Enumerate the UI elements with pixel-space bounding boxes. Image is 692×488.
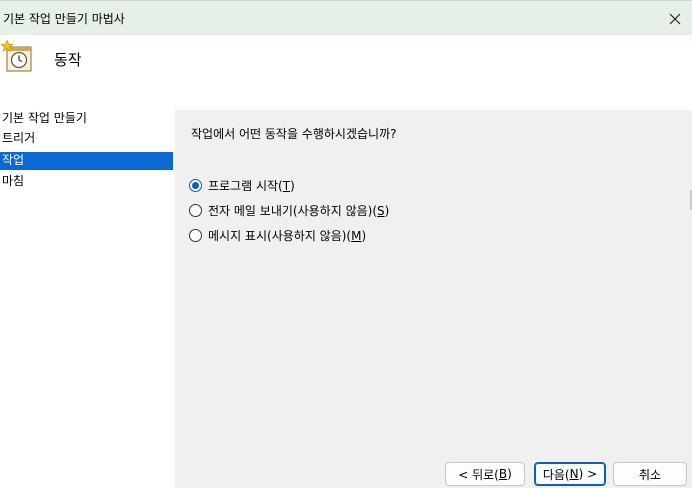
sidebar-item-trigger[interactable]: 트리거 xyxy=(0,130,173,148)
option-send-email[interactable]: 전자 메일 보내기(사용하지 않음)(S) xyxy=(189,201,389,219)
cancel-button[interactable]: 취소 xyxy=(613,462,687,486)
page-title: 동작 xyxy=(54,51,82,69)
send-email-radio[interactable] xyxy=(189,203,202,217)
wizard-header: 동작 xyxy=(0,35,692,110)
wizard-window: 기본 작업 만들기 마법사 동작 기본 작업 만들기 트리거 작업 마침 작업에… xyxy=(0,0,692,488)
option-display-message[interactable]: 메시지 표시(사용하지 않음)(M) xyxy=(189,226,366,244)
start-program-label[interactable]: 프로그램 시작(T) xyxy=(208,177,295,194)
clock-wizard-icon xyxy=(1,39,32,72)
wizard-content: 작업에서 어떤 동작을 수행하시겠습니까? 프로그램 시작(T) 전자 메일 보… xyxy=(175,110,692,488)
sidebar-item-finish[interactable]: 마침 xyxy=(0,173,173,191)
close-button[interactable] xyxy=(658,2,692,35)
close-icon xyxy=(669,13,681,24)
send-email-label[interactable]: 전자 메일 보내기(사용하지 않음)(S) xyxy=(208,202,389,219)
next-button[interactable]: 다음(N) > xyxy=(534,462,606,486)
title-bar: 기본 작업 만들기 마법사 xyxy=(0,0,692,35)
action-question: 작업에서 어떤 동작을 수행하시겠습니까? xyxy=(191,127,397,141)
back-button[interactable]: < 뒤로(B) xyxy=(445,462,525,486)
sidebar-item-action[interactable]: 작업 xyxy=(0,152,173,170)
display-message-label[interactable]: 메시지 표시(사용하지 않음)(M) xyxy=(208,227,366,244)
wizard-steps-sidebar: 기본 작업 만들기 트리거 작업 마침 xyxy=(0,110,175,488)
option-start-program[interactable]: 프로그램 시작(T) xyxy=(189,176,295,194)
sidebar-item-create-basic-task[interactable]: 기본 작업 만들기 xyxy=(0,110,173,128)
start-program-radio[interactable] xyxy=(189,178,202,192)
window-title: 기본 작업 만들기 마법사 xyxy=(3,12,125,26)
display-message-radio[interactable] xyxy=(189,228,202,242)
